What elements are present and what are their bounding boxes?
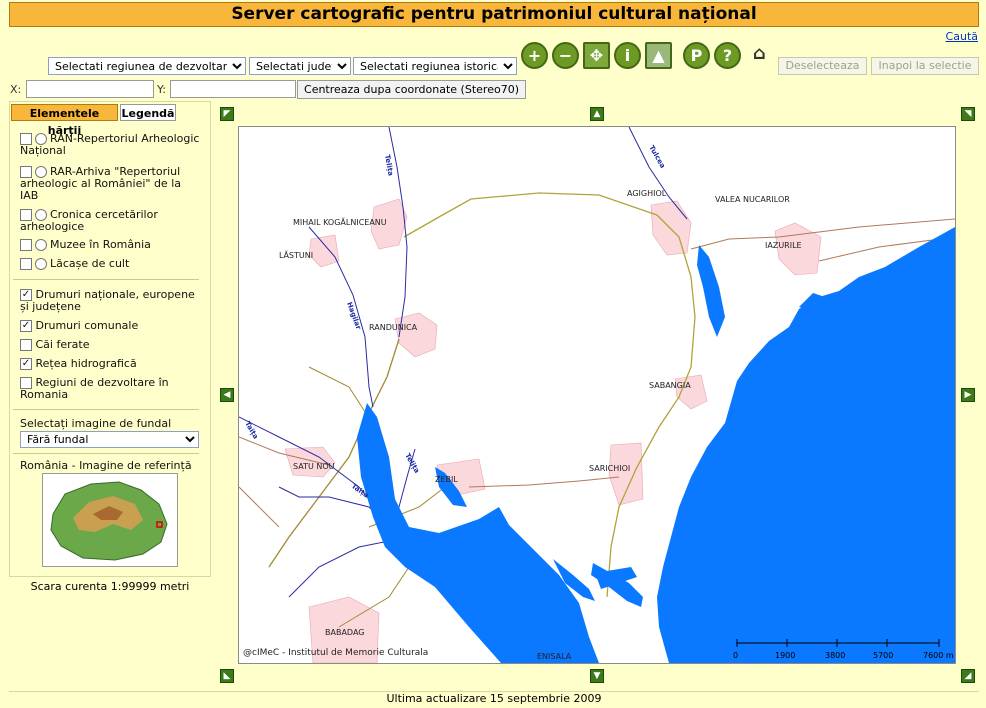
- scale-tick-label: 7600 m: [923, 651, 954, 660]
- layer-item[interactable]: ✓ Drumuri comunale: [20, 320, 202, 332]
- pan-southwest-icon[interactable]: ◣: [220, 669, 234, 683]
- place-label: IAZURILE: [765, 241, 802, 250]
- layer-label: Lăcașe de cult: [50, 257, 130, 270]
- river-label: Hagilar: [345, 301, 362, 331]
- help-icon[interactable]: ?: [714, 42, 741, 69]
- layer-item[interactable]: Căi ferate: [20, 339, 202, 351]
- zoom-out-icon[interactable]: −: [552, 42, 579, 69]
- layer-item[interactable]: RAN-Repertoriul Arheologic Național: [20, 133, 202, 157]
- x-label: X:: [10, 83, 22, 96]
- scale-tick-label: 1900: [775, 651, 795, 660]
- back-to-selection-button[interactable]: Inapoi la selectie: [871, 57, 979, 75]
- historic-region-select[interactable]: Selectati regiunea istorica: [353, 57, 517, 75]
- map-copyright: @cIMeC - Institutul de Memorie Culturala: [243, 648, 428, 658]
- place-label: SARICHIOI: [589, 464, 630, 473]
- background-label: Selectați imagine de fundal: [20, 417, 172, 430]
- tab-map-elements[interactable]: Elementele hărții: [11, 104, 118, 137]
- place-label: BABADAG: [325, 628, 364, 637]
- layer-checkbox[interactable]: ✓: [20, 320, 32, 332]
- romania-reference-map[interactable]: [42, 473, 178, 567]
- pan-southeast-icon[interactable]: ◢: [961, 669, 975, 683]
- y-label: Y:: [157, 83, 166, 96]
- layer-item[interactable]: Muzee în România: [20, 239, 202, 251]
- divider: [13, 453, 199, 454]
- river-label: Telița: [402, 452, 421, 475]
- deselect-button[interactable]: Deselecteaza: [778, 57, 867, 75]
- reference-label: România - Imagine de referință: [20, 459, 192, 472]
- layer-checkbox[interactable]: [20, 339, 32, 351]
- place-label: ZEBIL: [435, 475, 458, 484]
- page-title: Server cartografic pentru patrimoniul cu…: [9, 2, 979, 27]
- layer-label: Căi ferate: [35, 338, 90, 351]
- layer-item[interactable]: Cronica cercetărilor arheologice: [20, 209, 202, 233]
- search-link[interactable]: Caută: [946, 30, 978, 43]
- home-icon[interactable]: ⌂: [746, 42, 773, 69]
- river-label: Telița: [382, 154, 395, 177]
- development-region-select[interactable]: Selectati regiunea de dezvoltare: [48, 57, 246, 75]
- divider: [13, 279, 199, 280]
- center-coordinates-button[interactable]: Centreaza dupa coordonate (Stereo70): [297, 80, 526, 99]
- layer-label: RAN-Repertoriul Arheologic Național: [20, 132, 200, 157]
- scale-tick-label: 0: [733, 651, 738, 660]
- river-label: Taița: [242, 420, 259, 441]
- pan-south-icon[interactable]: ▼: [590, 669, 604, 683]
- overview-map-icon[interactable]: ▲: [645, 42, 672, 69]
- current-scale: Scara curenta 1:99999 metri: [30, 580, 190, 593]
- pan-east-icon[interactable]: ▶: [961, 388, 975, 402]
- lakes-and-sea: [357, 227, 955, 663]
- layer-checkbox[interactable]: [20, 239, 32, 251]
- info-icon[interactable]: i: [614, 42, 641, 69]
- place-label: RANDUNICA: [369, 323, 418, 332]
- pan-northwest-icon[interactable]: ◤: [220, 107, 234, 121]
- layer-item[interactable]: ✓ Drumuri naționale, europene și județen…: [20, 289, 202, 313]
- parking-icon[interactable]: P: [683, 42, 710, 69]
- zoom-in-icon[interactable]: +: [521, 42, 548, 69]
- layer-checkbox[interactable]: ✓: [20, 358, 32, 370]
- x-coordinate-input[interactable]: [26, 80, 154, 98]
- y-coordinate-input[interactable]: [170, 80, 296, 98]
- layer-label: Muzee în România: [50, 238, 151, 251]
- pan-icon[interactable]: ✥: [583, 42, 610, 69]
- layer-label: Regiuni de dezvoltare în Romania: [20, 376, 169, 401]
- pan-northeast-icon[interactable]: ◥: [961, 107, 975, 121]
- place-label: LĂSTUNI: [279, 249, 313, 260]
- layer-label: Rețea hidrografică: [35, 357, 137, 370]
- layer-radio[interactable]: [35, 258, 47, 270]
- divider: [13, 409, 199, 410]
- last-update-footer: Ultima actualizare 15 septembrie 2009: [9, 691, 979, 708]
- scale-tick-label: 3800: [825, 651, 845, 660]
- layer-label: Drumuri naționale, europene și județene: [20, 288, 195, 313]
- layer-item[interactable]: Regiuni de dezvoltare în Romania: [20, 377, 202, 401]
- place-label: ENISALA: [537, 652, 572, 661]
- layer-item[interactable]: Lăcașe de cult: [20, 258, 202, 270]
- map-canvas[interactable]: MIHAIL KOGĂLNICEANU LĂSTUNI RANDUNICA AG…: [238, 126, 956, 664]
- place-label: VALEA NUCARILOR: [715, 195, 790, 204]
- scale-tick-label: 5700: [873, 651, 893, 660]
- tab-legend[interactable]: Legendă: [120, 104, 176, 121]
- layer-item[interactable]: RAR-Arhiva "Repertoriul arheologic al Ro…: [20, 166, 202, 202]
- layer-item[interactable]: ✓ Rețea hidrografică: [20, 358, 202, 370]
- layer-radio[interactable]: [35, 239, 47, 251]
- place-label: AGIGHIOL: [627, 189, 667, 198]
- pan-west-icon[interactable]: ◀: [220, 388, 234, 402]
- layer-checkbox[interactable]: [20, 258, 32, 270]
- place-label: SABANGIA: [649, 381, 691, 390]
- layer-label: Drumuri comunale: [35, 319, 139, 332]
- pan-north-icon[interactable]: ▲: [590, 107, 604, 121]
- river-label: Tulcea: [647, 144, 667, 170]
- place-label: SATU NOU: [293, 462, 335, 471]
- background-select[interactable]: Fără fundal: [20, 431, 199, 448]
- county-select[interactable]: Selectati judet: [249, 57, 351, 75]
- place-label: MIHAIL KOGĂLNICEANU: [293, 216, 387, 227]
